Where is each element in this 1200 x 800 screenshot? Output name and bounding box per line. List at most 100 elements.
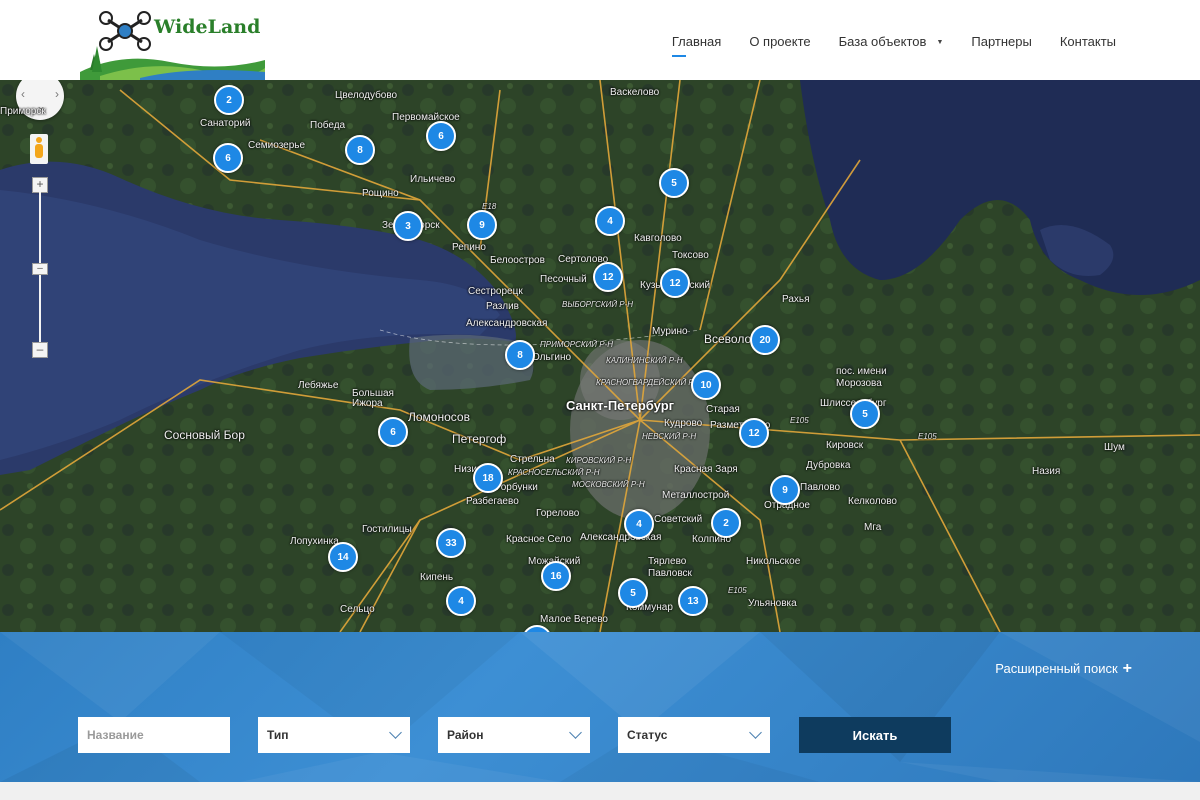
site-header: WideLand Главная О проекте База объектов… bbox=[0, 0, 1200, 80]
main-nav: Главная О проекте База объектов ▼ Партнер… bbox=[644, 34, 1116, 57]
cluster-marker[interactable]: 3 bbox=[393, 211, 423, 241]
place-label: Горбунки bbox=[496, 482, 538, 493]
road-label: E105 bbox=[918, 432, 937, 441]
place-label: Сосновый Бор bbox=[164, 428, 245, 442]
search-panel: Расширенный поиск + Тип Район Статус Иск… bbox=[0, 632, 1200, 782]
chevron-down-icon bbox=[389, 726, 402, 739]
cluster-marker[interactable]: 8 bbox=[345, 135, 375, 165]
district-label: КРАСНОСЕЛЬСКИЙ Р-Н bbox=[508, 468, 600, 477]
nav-item-partners[interactable]: Партнеры bbox=[971, 34, 1031, 49]
place-label: Павловск bbox=[648, 568, 692, 579]
place-label: Шум bbox=[1104, 442, 1125, 453]
place-label: Морозова bbox=[836, 378, 882, 389]
district-label: КИРОВСКИЙ Р-Н bbox=[566, 456, 632, 465]
place-label: Победа bbox=[310, 120, 346, 131]
cluster-marker[interactable]: 5 bbox=[618, 578, 648, 608]
status-select-label: Статус bbox=[627, 728, 668, 742]
site-logo[interactable]: WideLand bbox=[80, 0, 265, 80]
place-label: Гостилицы bbox=[362, 524, 412, 535]
cluster-marker[interactable]: 18 bbox=[473, 463, 503, 493]
district-label: ПРИМОРСКИЙ Р-Н bbox=[540, 340, 614, 349]
cluster-marker[interactable]: 2 bbox=[711, 508, 741, 538]
place-label: Ильичево bbox=[410, 174, 456, 185]
street-view-pegman-icon[interactable] bbox=[30, 134, 48, 164]
cluster-marker[interactable]: 6 bbox=[426, 121, 456, 151]
place-label: Кипень bbox=[420, 572, 454, 583]
place-label: Красное Село bbox=[506, 534, 572, 545]
place-label: Цвелодубово bbox=[335, 90, 398, 101]
cluster-marker[interactable]: 12 bbox=[660, 268, 690, 298]
district-select-label: Район bbox=[447, 728, 484, 742]
nav-item-about[interactable]: О проекте bbox=[749, 34, 810, 49]
place-label: Малое Верево bbox=[540, 614, 608, 625]
place-label: Ульяновка bbox=[748, 598, 797, 609]
place-label: Санаторий bbox=[200, 118, 251, 129]
map-view[interactable]: ⌃ ‹ › ⌄ + – – Приморск Санаторий Семиозе… bbox=[0, 80, 1200, 632]
advanced-search-label: Расширенный поиск bbox=[995, 661, 1118, 676]
plus-icon: + bbox=[1122, 659, 1132, 677]
place-label: Никольское bbox=[746, 556, 801, 567]
nav-item-contacts[interactable]: Контакты bbox=[1060, 34, 1116, 49]
cluster-marker[interactable]: 16 bbox=[541, 561, 571, 591]
place-label: Семиозерье bbox=[248, 140, 306, 151]
cluster-marker[interactable]: 14 bbox=[328, 542, 358, 572]
cluster-marker[interactable]: 8 bbox=[505, 340, 535, 370]
place-label: Репино bbox=[452, 242, 486, 253]
advanced-search-toggle[interactable]: Расширенный поиск + bbox=[995, 659, 1132, 677]
cluster-marker[interactable]: 2 bbox=[214, 85, 244, 115]
place-label: Стрельна bbox=[510, 454, 555, 465]
cluster-marker[interactable]: 9 bbox=[770, 475, 800, 505]
type-select-label: Тип bbox=[267, 728, 289, 742]
place-label: Мурино bbox=[652, 326, 688, 337]
place-label: Сельцо bbox=[340, 604, 375, 615]
cluster-marker[interactable]: 6 bbox=[378, 417, 408, 447]
place-label: Первомайское bbox=[392, 112, 460, 123]
place-label: Лебяжье bbox=[298, 380, 339, 391]
place-label: Назия bbox=[1032, 466, 1061, 477]
search-button[interactable]: Искать bbox=[799, 717, 951, 753]
district-select[interactable]: Район bbox=[438, 717, 590, 753]
nav-item-objects[interactable]: База объектов ▼ bbox=[839, 34, 944, 49]
cluster-marker[interactable]: 5 bbox=[659, 168, 689, 198]
cluster-marker[interactable]: 12 bbox=[739, 418, 769, 448]
district-label: ВЫБОРГСКИЙ Р-Н bbox=[562, 300, 634, 309]
place-label: Старая bbox=[706, 404, 740, 415]
place-label: Ольгино bbox=[532, 352, 572, 363]
cluster-marker[interactable]: 4 bbox=[624, 509, 654, 539]
cluster-marker[interactable]: 33 bbox=[436, 528, 466, 558]
zoom-slider-handle[interactable]: – bbox=[32, 263, 48, 275]
cluster-marker[interactable]: 4 bbox=[446, 586, 476, 616]
cluster-marker[interactable]: 13 bbox=[678, 586, 708, 616]
place-label: Дубровка bbox=[806, 460, 851, 471]
cluster-marker[interactable]: 9 bbox=[467, 210, 497, 240]
place-label: Токсово bbox=[672, 250, 709, 261]
type-select[interactable]: Тип bbox=[258, 717, 410, 753]
place-label: Горелово bbox=[536, 508, 580, 519]
cluster-marker[interactable]: 20 bbox=[750, 325, 780, 355]
place-label: Александровская bbox=[466, 318, 548, 329]
place-label: Петергоф bbox=[452, 432, 507, 446]
district-label: НЕВСКИЙ Р-Н bbox=[642, 432, 697, 441]
district-label: КРАСНОГВАРДЕЙСКИЙ Р-Н bbox=[596, 378, 703, 387]
zoom-out-button[interactable]: – bbox=[32, 342, 48, 358]
place-label: Тярлево bbox=[648, 556, 687, 567]
nav-item-home[interactable]: Главная bbox=[671, 34, 721, 57]
status-select[interactable]: Статус bbox=[618, 717, 770, 753]
zoom-in-button[interactable]: + bbox=[32, 177, 48, 193]
place-label: Ижора bbox=[352, 398, 383, 409]
logo-text: WideLand bbox=[154, 16, 261, 38]
chevron-down-icon bbox=[569, 726, 582, 739]
cluster-marker[interactable]: 10 bbox=[691, 370, 721, 400]
logo-graphic bbox=[80, 11, 265, 80]
cluster-marker[interactable]: 6 bbox=[213, 143, 243, 173]
district-label: МОСКОВСКИЙ Р-Н bbox=[572, 480, 645, 489]
name-field[interactable] bbox=[78, 717, 230, 753]
cluster-marker[interactable]: 4 bbox=[595, 206, 625, 236]
place-label: Приморск bbox=[0, 106, 46, 117]
name-input[interactable] bbox=[87, 728, 230, 742]
place-label: Советский bbox=[654, 514, 703, 525]
cluster-marker[interactable]: 5 bbox=[850, 399, 880, 429]
place-label: Рощино bbox=[362, 188, 399, 199]
cluster-marker[interactable]: 12 bbox=[593, 262, 623, 292]
road-label: E105 bbox=[728, 586, 747, 595]
